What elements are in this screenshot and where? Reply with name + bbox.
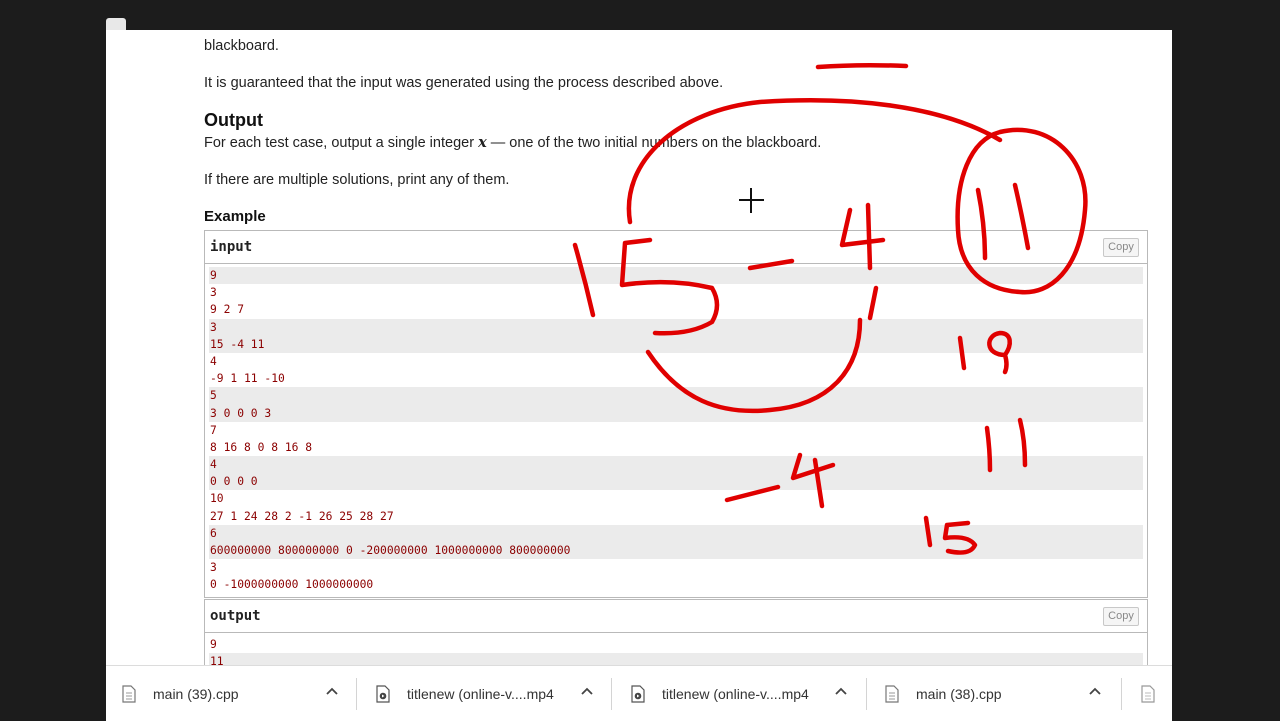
- code-line: 0 0 0 0: [209, 473, 1143, 491]
- code-line: 5: [209, 387, 1143, 405]
- cut-off-text: blackboard.: [204, 38, 279, 54]
- download-item-2[interactable]: titlenew (online-v....mp4: [360, 666, 554, 721]
- code-line: 9: [209, 267, 1143, 285]
- code-line: 0 -1000000000 1000000000: [210, 578, 374, 592]
- code-line: 6: [209, 524, 1143, 542]
- chevron-up-icon[interactable]: [324, 683, 340, 699]
- code-line: 3 0 0 0 3: [209, 404, 1143, 422]
- chevron-up-icon[interactable]: [579, 683, 595, 699]
- code-line: -9 1 11 -10: [210, 372, 285, 386]
- code-line: 11: [209, 653, 1143, 665]
- output-box-header: output Copy: [205, 600, 1147, 633]
- copy-input-button[interactable]: Copy: [1103, 238, 1139, 257]
- multiple-solutions-text: If there are multiple solutions, print a…: [204, 172, 510, 188]
- download-name: titlenew (online-v....mp4: [407, 685, 554, 702]
- output-heading: Output: [204, 110, 263, 130]
- output-desc-pre: For each test case, output a single inte…: [204, 135, 475, 151]
- divider: [356, 678, 357, 710]
- example-heading: Example: [204, 208, 266, 225]
- guarantee-text: It is guaranteed that the input was gene…: [204, 75, 724, 91]
- chevron-up-icon[interactable]: [1087, 683, 1103, 699]
- copy-output-button[interactable]: Copy: [1103, 607, 1139, 626]
- code-line: 27 1 24 28 2 -1 26 25 28 27: [210, 509, 394, 523]
- divider: [1121, 678, 1122, 710]
- code-line: 10: [210, 492, 224, 506]
- math-variable-x: x: [478, 134, 487, 151]
- divider: [866, 678, 867, 710]
- download-name: main (39).cpp: [153, 685, 239, 702]
- divider: [611, 678, 612, 710]
- output-lines: 9 11: [205, 633, 1147, 665]
- file-icon: [885, 684, 899, 703]
- file-icon: [122, 684, 136, 703]
- input-box: input Copy 939 2 7 3 15 -4 11 4 -9 1 11 -10 5…: [204, 230, 1148, 598]
- code-line: 3: [210, 561, 217, 575]
- output-box: output Copy 9 11: [204, 599, 1148, 665]
- file-icon[interactable]: [1141, 685, 1155, 703]
- code-line: 15 -4 11: [209, 335, 1143, 353]
- video-file-icon: [631, 684, 645, 703]
- code-line: 9 2 7: [210, 303, 245, 317]
- download-name: titlenew (online-v....mp4: [662, 685, 809, 702]
- download-item-4[interactable]: main (38).cpp: [869, 666, 1002, 721]
- code-line: 4: [210, 354, 217, 368]
- code-line: 7: [210, 423, 217, 437]
- download-item-3[interactable]: titlenew (online-v....mp4: [615, 666, 809, 721]
- downloads-bar: main (39).cpp titlenew (online-v....mp4 …: [106, 665, 1172, 721]
- code-line: 600000000 800000000 0 -200000000 1000000…: [209, 542, 1143, 560]
- chevron-up-icon[interactable]: [833, 683, 849, 699]
- input-title: input: [210, 239, 253, 255]
- output-title: output: [210, 608, 261, 624]
- input-box-header: input Copy: [205, 231, 1147, 264]
- download-item-1[interactable]: main (39).cpp: [106, 666, 239, 721]
- output-desc-post: — one of the two initial numbers on the …: [490, 135, 822, 151]
- code-line: 8 16 8 0 8 16 8: [210, 440, 313, 454]
- code-line: 4: [209, 456, 1143, 474]
- video-file-icon: [376, 684, 390, 703]
- output-description: For each test case, output a single inte…: [204, 134, 821, 151]
- code-line: 3: [209, 318, 1143, 336]
- code-line: 9: [210, 638, 217, 651]
- input-lines: 939 2 7 3 15 -4 11 4 -9 1 11 -10 5 3 0 0 0 378…: [205, 264, 1147, 597]
- problem-page: blackboard. It is guaranteed that the in…: [106, 30, 1172, 665]
- code-line: 3: [210, 286, 217, 300]
- download-name: main (38).cpp: [916, 685, 1002, 702]
